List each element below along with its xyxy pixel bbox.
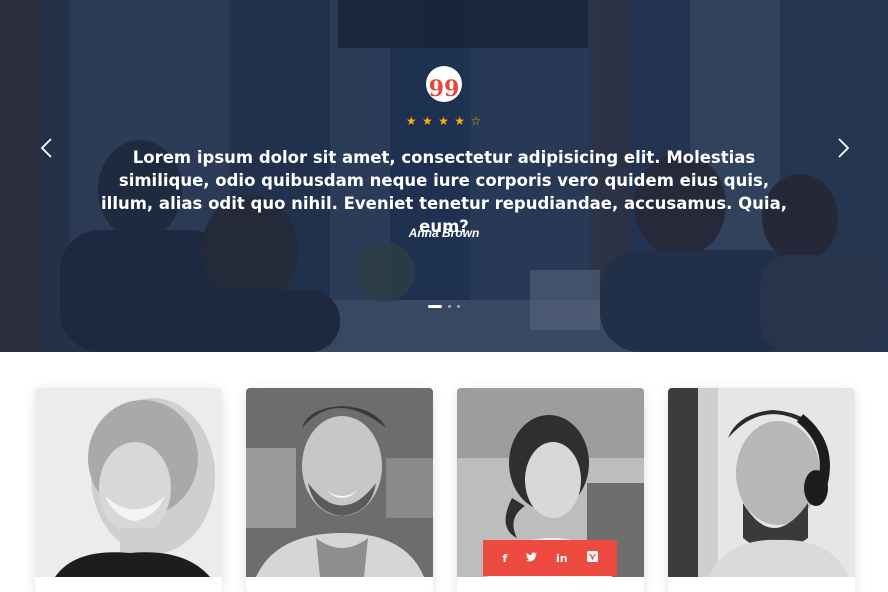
- testimonial-slider: 99 ★ ★ ★ ★ ☆ Lorem ipsum dolor sit amet,…: [0, 0, 888, 352]
- testimonial-author: Anna Brown: [408, 226, 480, 240]
- slide-dot-active[interactable]: [428, 305, 442, 308]
- card-footer: [457, 577, 644, 592]
- facebook-icon[interactable]: f: [502, 552, 507, 565]
- quote-icon: 99: [428, 75, 460, 102]
- star-outline-icon: ☆: [470, 114, 483, 128]
- star-icon: ★: [454, 114, 466, 128]
- testimonial-text: Lorem ipsum dolor sit amet, consectetur …: [101, 148, 787, 236]
- team-card[interactable]: [668, 388, 855, 592]
- quote-badge: 99: [426, 66, 462, 102]
- star-icon: ★: [438, 114, 450, 128]
- next-slide-button[interactable]: [832, 134, 856, 162]
- team-member-photo: [246, 388, 433, 577]
- twitter-icon[interactable]: [526, 551, 538, 565]
- previous-slide-button[interactable]: [34, 134, 58, 162]
- team-member-photo: [35, 388, 222, 577]
- slide-dot[interactable]: [457, 305, 460, 308]
- card-footer: [668, 577, 855, 592]
- linkedin-icon[interactable]: in: [556, 552, 568, 565]
- chevron-right-icon: [838, 138, 850, 158]
- star-rating: ★ ★ ★ ★ ☆: [0, 114, 888, 128]
- slide-dot[interactable]: [448, 305, 451, 308]
- star-icon: ★: [405, 114, 418, 128]
- slider-pagination: [0, 305, 888, 308]
- team-member-photo: [668, 388, 855, 577]
- team-card[interactable]: [35, 388, 222, 592]
- team-card[interactable]: f in: [457, 388, 644, 592]
- chevron-left-icon: [40, 138, 52, 158]
- card-footer: [246, 577, 433, 592]
- team-section: f in: [0, 352, 888, 592]
- vimeo-icon[interactable]: [586, 551, 598, 565]
- star-icon: ★: [422, 114, 434, 128]
- social-links: f in: [483, 540, 617, 576]
- team-card[interactable]: [246, 388, 433, 592]
- card-footer: [35, 577, 222, 592]
